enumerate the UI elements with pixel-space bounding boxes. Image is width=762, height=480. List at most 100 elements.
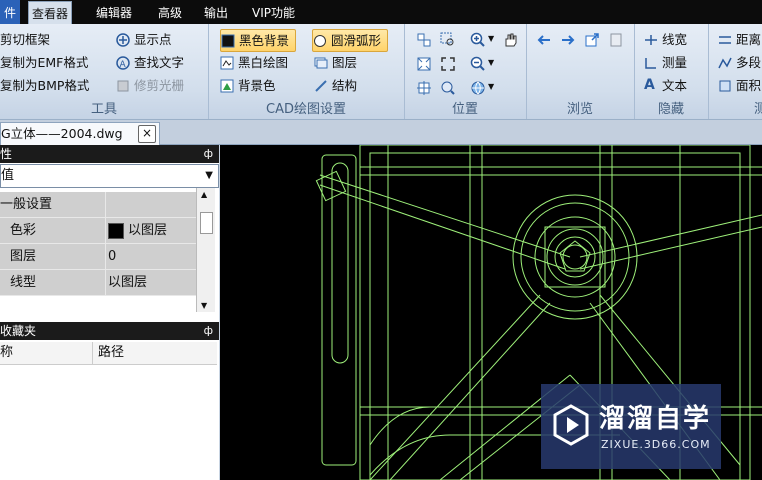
structure-icon [315, 79, 327, 92]
properties-scrollbar[interactable]: ▲ ▼ [196, 188, 215, 312]
properties-title: 性 [0, 147, 13, 161]
line-width-button[interactable]: 线宽 [644, 29, 687, 50]
properties-combo[interactable]: 值 ▼ [0, 164, 219, 188]
property-key: 色彩 [10, 223, 37, 238]
chevron-down-icon[interactable]: ▼ [205, 165, 213, 187]
view-globe-icon[interactable] [470, 80, 486, 96]
watermark-brand: 溜溜自学 [599, 404, 712, 434]
svg-text:A: A [120, 60, 127, 70]
find-text-button[interactable]: A 查找文字 [116, 52, 184, 73]
menu-viewer[interactable]: 查看器 [28, 1, 73, 25]
line-width-icon [645, 34, 657, 45]
group-browse: 浏览 [526, 24, 635, 119]
bw-draw-icon [220, 56, 234, 69]
favorites-list-header: 称 路径 [0, 342, 217, 365]
show-point-button[interactable]: 显示点 [116, 29, 172, 50]
black-background-button[interactable]: 黑色背景 [220, 29, 297, 52]
bg-color-icon [220, 79, 234, 92]
find-text-icon: A [116, 55, 130, 70]
menu-advanced[interactable]: 高级 [158, 0, 182, 24]
watermark: 溜溜自学 ZIXUE.3D66.COM [541, 384, 721, 469]
zoom-select-icon[interactable] [440, 32, 456, 48]
polyline-button[interactable]: 多段 [718, 52, 761, 73]
favorites-header: 收藏夹 ф [0, 322, 219, 340]
property-value: 以图层 [128, 223, 168, 238]
copy-bmp-button[interactable]: 复制为BMP格式 [0, 75, 89, 96]
pin-icon[interactable]: ф [204, 145, 213, 163]
property-row[interactable]: 色彩 以图层 [0, 218, 196, 244]
arrow-left-icon[interactable] [536, 32, 552, 48]
zoom-extents-icon[interactable] [416, 56, 432, 72]
group-cad-settings: 黑色背景 圆滑弧形 黑白绘图 图层 背景色 结构 CAD绘图设置 [208, 24, 405, 119]
group-label-cad: CAD绘图设置 [266, 102, 346, 117]
measure-hide-button[interactable]: 测量 [644, 52, 687, 73]
group-tools: 剪切框架 复制为EMF格式 复制为BMP格式 显示点 A 查找文字 修剪光栅 工… [0, 24, 209, 119]
ribbon: 剪切框架 复制为EMF格式 复制为BMP格式 显示点 A 查找文字 修剪光栅 工… [0, 24, 762, 120]
area-icon [719, 80, 731, 91]
structure-button[interactable]: 结构 [314, 75, 357, 96]
text-a-icon: A [644, 77, 655, 93]
group-hide: 线宽 测量 A 文本 隐藏 [634, 24, 709, 119]
arrow-right-icon[interactable] [560, 32, 576, 48]
trim-raster-icon [117, 80, 129, 91]
document-tab-title: G立体——2004.dwg [1, 126, 123, 141]
move-icon[interactable] [416, 80, 432, 96]
ruler-icon [645, 57, 656, 69]
scroll-down-icon[interactable]: ▼ [201, 301, 207, 310]
property-row[interactable]: 一般设置 [0, 192, 196, 218]
distance-icon [719, 35, 731, 44]
layer-icon [314, 57, 328, 68]
layer-button[interactable]: 图层 [314, 52, 357, 73]
favorites-title: 收藏夹 [0, 324, 37, 338]
copy-emf-button[interactable]: 复制为EMF格式 [0, 52, 88, 73]
property-value: 0 [108, 249, 117, 264]
chevron-down-icon[interactable]: ▼ [488, 82, 494, 91]
menu-editor[interactable]: 编辑器 [96, 0, 132, 24]
zoom-out-icon[interactable] [470, 56, 486, 72]
cut-frame-button[interactable]: 剪切框架 [0, 29, 50, 50]
distance-button[interactable]: 距离 [718, 29, 761, 50]
properties-header: 性 ф [0, 145, 219, 163]
menu-bar: 件 查看器 编辑器 高级 输出 VIP功能 [0, 0, 762, 25]
group-measure: 距离 多段 面积 测 [708, 24, 762, 119]
area-button[interactable]: 面积 [718, 75, 761, 96]
black-bg-icon [221, 34, 235, 47]
bg-color-button[interactable]: 背景色 [220, 75, 276, 96]
scroll-up-icon[interactable]: ▲ [201, 190, 207, 199]
pan-hand-icon[interactable] [502, 32, 518, 48]
close-icon[interactable]: × [138, 125, 156, 143]
column-path[interactable]: 路径 [98, 342, 124, 364]
text-hide-button[interactable]: A 文本 [644, 75, 687, 96]
menu-output[interactable]: 输出 [204, 0, 228, 24]
export-icon[interactable] [584, 32, 600, 48]
group-label-browse: 浏览 [566, 102, 593, 117]
property-key: 线型 [10, 275, 37, 290]
arc-icon [314, 34, 326, 47]
group-position: ▼ ▼ ▼ 位置 [404, 24, 527, 119]
property-row[interactable]: 图层 0 [0, 244, 196, 270]
smooth-arc-button[interactable]: 圆滑弧形 [312, 29, 389, 52]
watermark-url: ZIXUE.3D66.COM [601, 438, 711, 451]
menu-file[interactable]: 件 [0, 0, 21, 24]
plus-circle-icon [116, 32, 130, 47]
property-value: 以图层 [108, 275, 148, 290]
group-label-hide: 隐藏 [657, 102, 684, 117]
document-tab-strip: G立体——2004.dwg × [0, 120, 762, 145]
page-icon[interactable] [608, 32, 624, 48]
scrollbar-thumb[interactable] [200, 212, 213, 234]
zoom-realtime-icon[interactable] [440, 80, 456, 96]
column-name[interactable]: 称 [0, 342, 13, 364]
zoom-in-icon[interactable] [470, 32, 486, 48]
chevron-down-icon[interactable]: ▼ [488, 34, 494, 43]
pin-icon[interactable]: ф [204, 322, 213, 340]
bw-draw-button[interactable]: 黑白绘图 [220, 52, 288, 73]
menu-vip[interactable]: VIP功能 [252, 0, 295, 24]
play-logo-icon [553, 404, 589, 446]
document-tab[interactable]: G立体——2004.dwg × [0, 122, 160, 145]
trim-raster-button[interactable]: 修剪光栅 [116, 75, 184, 96]
property-row[interactable]: 线型 以图层 [0, 270, 196, 296]
fit-window-icon[interactable] [440, 56, 456, 72]
zoom-window-icon[interactable] [416, 32, 432, 48]
chevron-down-icon[interactable]: ▼ [488, 58, 494, 67]
combo-value: 值 [1, 168, 15, 183]
